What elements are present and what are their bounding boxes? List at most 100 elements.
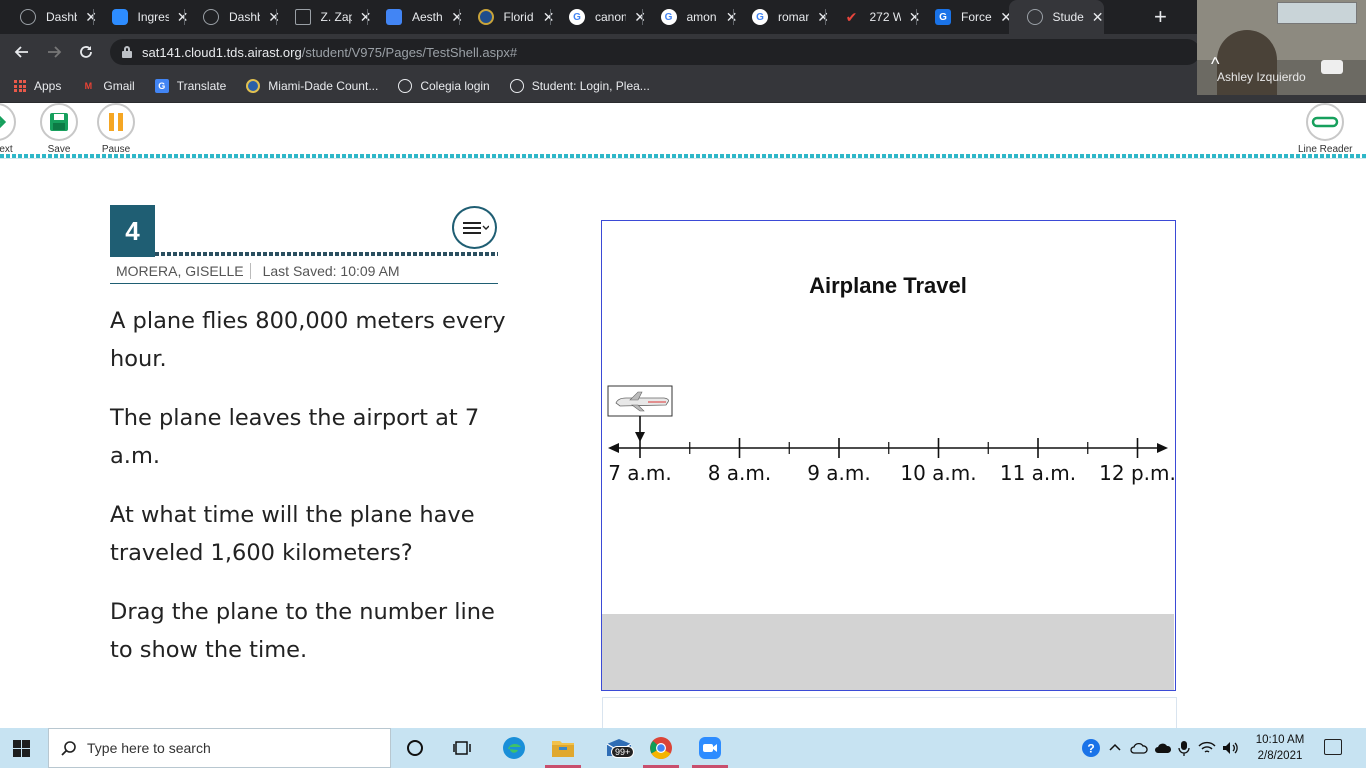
- tick-label: 11 a.m.: [1000, 461, 1076, 485]
- video-whiteboard: [1277, 2, 1357, 24]
- forward-button[interactable]: [42, 40, 66, 64]
- arrow-down-icon: [635, 432, 645, 442]
- bookmark-label: Translate: [176, 79, 227, 93]
- svg-text:?: ?: [1087, 742, 1094, 756]
- browser-tab[interactable]: Stude ✕: [1008, 0, 1104, 34]
- drag-source-tray: [602, 614, 1174, 690]
- pause-icon: [109, 113, 123, 131]
- browser-tab[interactable]: Florid ✕: [460, 0, 555, 34]
- seal-icon: [477, 9, 494, 25]
- back-button[interactable]: [10, 40, 34, 64]
- close-icon[interactable]: ✕: [1092, 9, 1104, 26]
- tab-title: 272 W: [869, 10, 901, 24]
- draggable-plane[interactable]: [607, 385, 673, 442]
- mail-badge: 99+: [611, 746, 635, 758]
- system-tray: ?: [1080, 728, 1240, 768]
- browser-tab[interactable]: G Force ✕: [917, 0, 1012, 34]
- next-button[interactable]: ext: [0, 103, 16, 155]
- browser-tab[interactable]: ✔ 272 W ✕: [826, 0, 921, 34]
- question-stem: A plane flies 800,000 meters every hour.…: [110, 303, 510, 691]
- new-tab-button[interactable]: +: [1154, 4, 1167, 30]
- line-reader-button[interactable]: Line Reader: [1298, 103, 1352, 155]
- tab-title: Florid: [503, 10, 534, 24]
- test-toolbar: ext Save Pause Line Reader: [0, 103, 1366, 157]
- browser-tab[interactable]: Ingres ✕: [94, 0, 189, 34]
- volume-icon[interactable]: [1222, 741, 1240, 755]
- line-reader-icon: [1311, 116, 1339, 128]
- question-paragraph: At what time will the plane have travele…: [110, 502, 475, 566]
- arrow-right-icon: [0, 115, 7, 129]
- browser-tab[interactable]: Gcanon ✕: [551, 0, 646, 34]
- seal-icon: [246, 79, 261, 93]
- browser-tab[interactable]: Dashb ✕: [185, 0, 280, 34]
- chrome-icon[interactable]: [648, 736, 674, 760]
- cloud-icon[interactable]: [1154, 741, 1172, 755]
- onedrive-icon[interactable]: [1130, 741, 1148, 755]
- search-icon: [61, 741, 76, 756]
- g-icon: G: [935, 9, 951, 25]
- tab-title: Z. Zap: [320, 10, 352, 24]
- browser-tab[interactable]: Gamon ✕: [643, 0, 738, 34]
- globe-icon: [203, 9, 219, 25]
- taskbar-clock[interactable]: 10:10 AM 2/8/2021: [1252, 732, 1308, 764]
- arrow-left-icon: [608, 443, 619, 453]
- pause-button[interactable]: Pause: [97, 103, 135, 155]
- chevron-up-icon[interactable]: [1108, 741, 1122, 755]
- zoom-icon[interactable]: [697, 736, 723, 760]
- edge-icon[interactable]: [501, 736, 527, 760]
- notification-icon[interactable]: [1324, 739, 1342, 755]
- reload-button[interactable]: [74, 40, 98, 64]
- hamburger-menu-icon: [462, 221, 489, 234]
- tick-label: 8 a.m.: [708, 461, 772, 485]
- translate-icon: G: [154, 79, 169, 93]
- cortana-icon[interactable]: [402, 736, 428, 760]
- bookmark-miami-dade[interactable]: Miami-Dade Count...: [246, 79, 378, 93]
- last-saved: Last Saved: 10:09 AM: [262, 263, 400, 279]
- apps-grid-icon: [14, 80, 26, 92]
- browser-toolbar: sat141.cloud1.tds.airast.org/student/V97…: [0, 34, 1366, 70]
- tab-title: Stude: [1052, 10, 1084, 24]
- floppy-disk-icon: [50, 113, 68, 131]
- file-explorer-icon[interactable]: [550, 736, 576, 760]
- wifi-icon[interactable]: [1198, 741, 1216, 755]
- browser-tab-strip: Dashb ✕ Ingres ✕ Dashb ✕ Z. Zap ✕ Aesth ✕ Florid ✕ G…: [0, 0, 1366, 34]
- browser-tab[interactable]: Dashb ✕: [2, 0, 97, 34]
- tab-title: Dashb: [229, 10, 261, 24]
- microphone-icon[interactable]: [1178, 740, 1190, 756]
- google-icon: G: [752, 9, 768, 25]
- mail-icon[interactable]: 99+: [599, 736, 639, 760]
- question-paragraph: Drag the plane to the number line to sho…: [110, 599, 495, 663]
- arrow-right-icon: [48, 46, 62, 58]
- help-icon[interactable]: ?: [1080, 737, 1102, 759]
- video-call-thumbnail[interactable]: ^ Ashley Izquierdo: [1197, 0, 1366, 95]
- bookmark-gmail[interactable]: M Gmail: [81, 79, 135, 93]
- browser-tab[interactable]: Z. Zap ✕: [277, 0, 372, 34]
- bookmark-student-login[interactable]: Student: Login, Plea...: [509, 79, 650, 93]
- search-placeholder: Type here to search: [87, 740, 211, 756]
- browser-tab[interactable]: Groman ✕: [734, 0, 829, 34]
- save-button[interactable]: Save: [40, 103, 78, 155]
- question-paragraph: The plane leaves the airport at 7 a.m.: [110, 405, 480, 469]
- address-bar[interactable]: sat141.cloud1.tds.airast.org/student/V97…: [110, 39, 1200, 65]
- tick-label: 10 a.m.: [900, 461, 976, 485]
- windows-start-icon[interactable]: [13, 740, 30, 757]
- video-camera-icon[interactable]: [1321, 60, 1343, 74]
- bookmark-apps[interactable]: Apps: [14, 79, 61, 93]
- arrow-left-icon: [14, 46, 28, 58]
- tick-label: 12 p.m.: [1099, 461, 1174, 485]
- taskbar-search-box[interactable]: Type here to search: [48, 728, 391, 768]
- next-panel-edge: [602, 697, 1177, 728]
- question-menu-button[interactable]: [452, 206, 497, 249]
- globe-icon: [509, 79, 524, 93]
- question-paragraph: A plane flies 800,000 meters every hour.: [110, 308, 506, 372]
- browser-tab[interactable]: Aesth ✕: [368, 0, 463, 34]
- tab-title: canon: [595, 10, 627, 24]
- bookmark-translate[interactable]: G Translate: [154, 79, 227, 93]
- globe-icon: [398, 79, 413, 93]
- bookmark-label: Miami-Dade Count...: [268, 79, 379, 93]
- bookmark-colegia[interactable]: Colegia login: [398, 79, 490, 93]
- tab-title: Ingres: [137, 10, 169, 24]
- tab-title: amon: [686, 10, 717, 24]
- participant-name: Ashley Izquierdo: [1217, 70, 1306, 84]
- task-view-icon[interactable]: [450, 736, 476, 760]
